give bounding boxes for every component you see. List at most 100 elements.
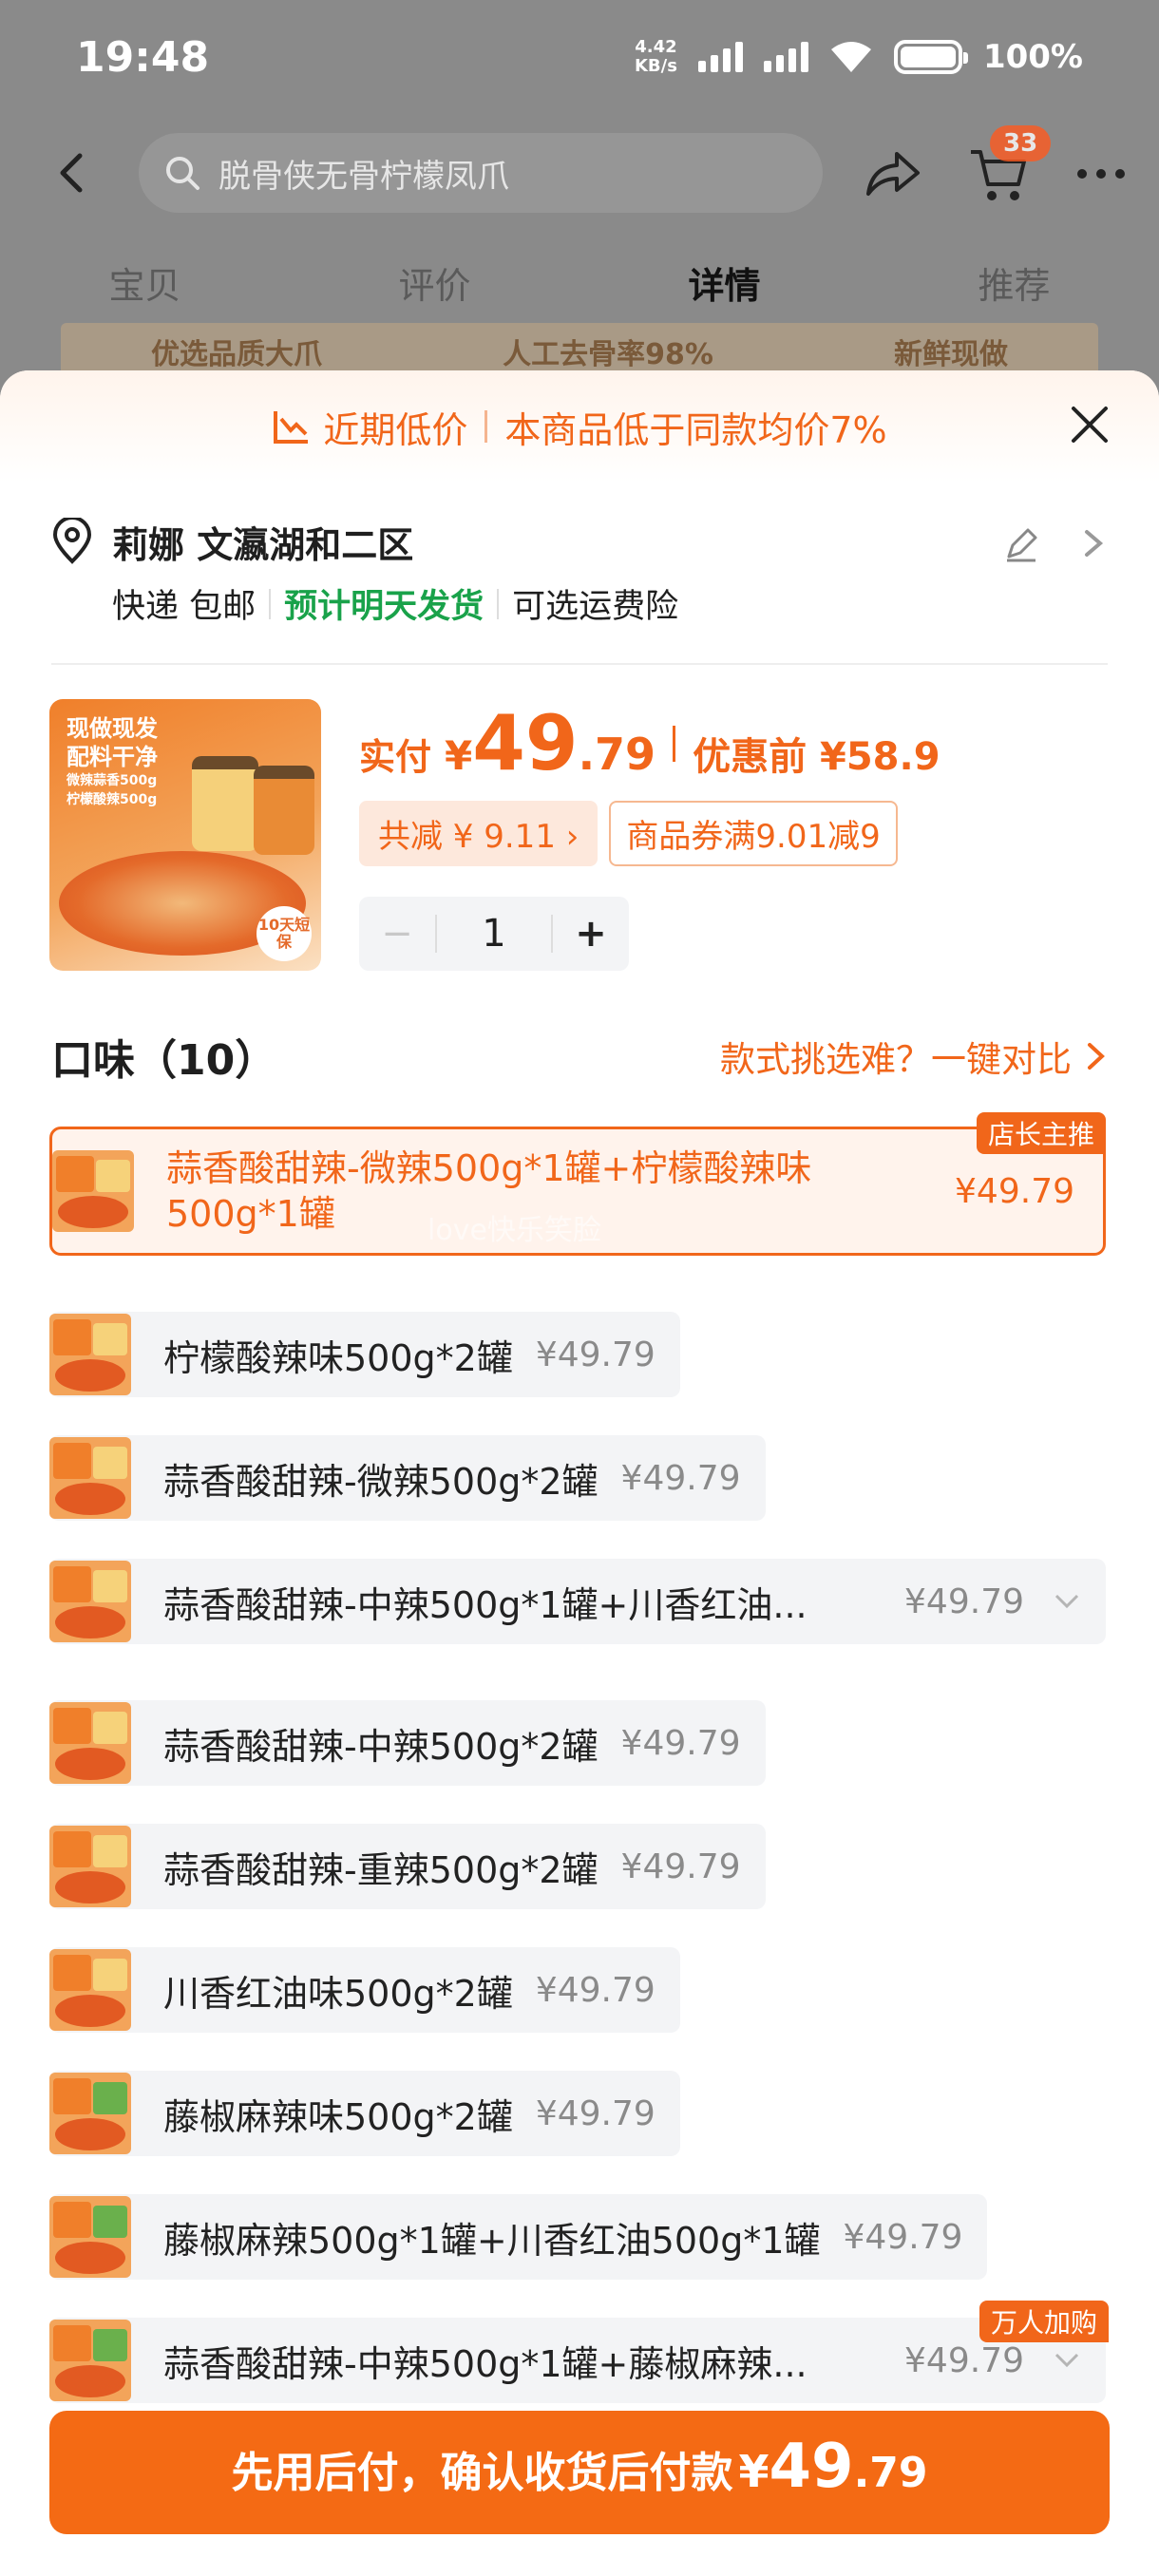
option-thumbnail (49, 1702, 131, 1784)
divider (673, 725, 676, 762)
option-label: 蒜香酸甜辣-中辣500g*1罐+藤椒麻辣... (163, 2342, 808, 2385)
signal-icon (697, 42, 743, 72)
chevron-down-icon[interactable] (1053, 1592, 1081, 1611)
price-decimal: .79 (578, 729, 656, 780)
option-thumbnail (49, 1561, 131, 1642)
quantity-value[interactable]: 1 (435, 915, 553, 953)
address-section[interactable]: 莉娜 文瀛湖和二区 快递 包邮 预计明天发货 可选运费险 (51, 513, 1108, 628)
currency-symbol: ¥ (445, 732, 473, 779)
cta-currency: ¥ (738, 2446, 770, 2497)
option-thumbnail (49, 2196, 131, 2278)
address-name: 莉娜 文瀛湖和二区 (112, 523, 414, 566)
option-thumbnail (49, 2073, 131, 2154)
cta-price-integer: 49 (769, 2432, 854, 2502)
option-price: ¥49.79 (535, 1970, 656, 2010)
flavor-options: 蒜香酸甜辣-微辣500g*1罐+柠檬酸辣味500g*1罐 ¥49.79 店长主推… (49, 1112, 1110, 2441)
option-price: ¥49.79 (620, 1847, 741, 1886)
recommend-badge: 店长主推 (976, 1112, 1106, 1154)
option-thumbnail (52, 1150, 134, 1232)
tab-item[interactable]: 宝贝 (0, 256, 290, 323)
increase-button[interactable]: + (553, 912, 629, 956)
status-bar: 19:48 4.42 KB/s 100% (0, 0, 1159, 114)
decrease-button[interactable]: − (359, 912, 435, 956)
tab-details[interactable]: 详情 (580, 256, 869, 323)
page-tabs: 宝贝 评价 详情 推荐 (0, 256, 1159, 323)
shipping-method: 快递 包邮 (112, 588, 256, 626)
option-thumbnail (49, 1949, 131, 2031)
cta-price-decimal: .79 (853, 2449, 928, 2497)
compare-link[interactable]: 款式挑选难？一键对比 (720, 1031, 1108, 1082)
flavor-option[interactable]: 蒜香酸甜辣-重辣500g*2罐 ¥49.79 (49, 1824, 766, 1909)
search-text: 脱骨侠无骨柠檬凤爪 (218, 157, 509, 196)
flavor-option[interactable]: 蒜香酸甜辣-中辣500g*2罐 ¥49.79 (49, 1700, 766, 1786)
buy-button[interactable]: 先用后付，确认收货后付款 ¥ 49 .79 (49, 2411, 1110, 2534)
option-price: ¥49.79 (843, 2217, 963, 2257)
signal-icon-2 (763, 42, 808, 72)
option-price: ¥49.79 (535, 1335, 656, 1374)
flavor-option[interactable]: 蒜香酸甜辣-微辣500g*2罐 ¥49.79 (49, 1435, 766, 1521)
location-pin-icon (52, 518, 92, 564)
top-nav: 脱骨侠无骨柠檬凤爪 33 (0, 125, 1159, 213)
more-icon[interactable] (1077, 169, 1125, 179)
flavor-option[interactable]: 柠檬酸辣味500g*2罐 ¥49.79 (49, 1312, 680, 1397)
product-thumbnail[interactable]: 现做现发 配料干净 微辣蒜香500g 柠檬酸辣500g 10天短保 (49, 699, 321, 971)
option-label: 蒜香酸甜辣-中辣500g*1罐+川香红油... (163, 1583, 808, 1626)
flavor-option[interactable]: 藤椒麻辣味500g*2罐 ¥49.79 (49, 2071, 680, 2156)
share-icon[interactable] (863, 144, 923, 201)
option-price: ¥49.79 (955, 1171, 1074, 1211)
flavor-header: 口味（10） 款式挑选难？一键对比 (51, 1026, 1108, 1087)
quantity-stepper: − 1 + (359, 897, 629, 971)
flavor-option[interactable]: 蒜香酸甜辣-中辣500g*1罐+川香红油... ¥49.79 (49, 1559, 1106, 1644)
low-price-banner: 近期低价 本商品低于同款均价7% (0, 370, 1159, 483)
original-price: 优惠前 ¥58.9 (693, 735, 940, 779)
battery-icon (893, 40, 968, 74)
flavor-option[interactable]: 藤椒麻辣500g*1罐+川香红油500g*1罐 ¥49.79 (49, 2194, 988, 2280)
close-icon[interactable] (1068, 403, 1112, 446)
shelf-life-badge: 10天短保 (256, 906, 312, 961)
watermark: love快乐笑脸 (428, 1214, 601, 1247)
divider (497, 588, 500, 619)
option-price: ¥49.79 (620, 1723, 741, 1763)
tab-recommend[interactable]: 推荐 (869, 256, 1159, 323)
chevron-down-icon[interactable] (1053, 2351, 1081, 2370)
sku-sheet: 近期低价 本商品低于同款均价7% 莉娜 文瀛湖和二区 快递 包邮 预计明天发货 … (0, 370, 1159, 2576)
price-integer: 49 (472, 699, 579, 787)
option-label: 蒜香酸甜辣-中辣500g*2罐 (163, 1725, 598, 1768)
trend-down-icon (274, 411, 309, 444)
low-price-desc: 本商品低于同款均价7% (504, 408, 887, 451)
flavor-title: 口味（10） (51, 1036, 277, 1085)
edit-icon[interactable] (1001, 524, 1041, 564)
price-area: 实付 ¥ 49 .79 优惠前 ¥58.9 共减 ¥ 9.11 › 商品券满9.… (359, 699, 940, 971)
search-icon (166, 157, 200, 190)
option-label: 蒜香酸甜辣-微辣500g*2罐 (163, 1460, 598, 1503)
option-label: 川香红油味500g*2罐 (163, 1972, 513, 2015)
coupon-chip: 商品券满9.01减9 (609, 801, 898, 866)
section-divider (51, 663, 1108, 665)
option-label: 藤椒麻辣味500g*2罐 (163, 2095, 513, 2138)
price-line: 实付 ¥ 49 .79 优惠前 ¥58.9 (359, 699, 940, 787)
chevron-right-icon (1088, 1043, 1105, 1070)
option-label: 蒜香酸甜辣-重辣500g*2罐 (163, 1848, 598, 1891)
popular-badge: 万人加购 (978, 2301, 1109, 2342)
option-label: 柠檬酸辣味500g*2罐 (163, 1336, 513, 1379)
net-speed: 4.42 KB/s (634, 37, 677, 76)
divider (269, 588, 272, 619)
product-summary: 现做现发 配料干净 微辣蒜香500g 柠檬酸辣500g 10天短保 实付 ¥ 4… (49, 699, 1113, 975)
option-price: ¥49.79 (904, 1582, 1024, 1621)
tab-reviews[interactable]: 评价 (290, 256, 580, 323)
pay-label: 实付 (359, 736, 432, 778)
discount-chip[interactable]: 共减 ¥ 9.11 › (359, 801, 598, 866)
option-price: ¥49.79 (535, 2093, 656, 2133)
status-time: 19:48 (76, 32, 210, 82)
shipping-insurance: 可选运费险 (512, 588, 679, 626)
flavor-option[interactable]: 蒜香酸甜辣-中辣500g*1罐+藤椒麻辣... ¥49.79 万人加购 (49, 2301, 1109, 2403)
chevron-right-icon[interactable] (1079, 524, 1108, 562)
search-input[interactable]: 脱骨侠无骨柠檬凤爪 (139, 133, 823, 213)
battery-percent: 100% (982, 38, 1083, 76)
background-page: 19:48 4.42 KB/s 100% 脱骨侠无骨柠檬凤爪 33 宝贝 评价 … (0, 0, 1159, 399)
flavor-option[interactable]: 川香红油味500g*2罐 ¥49.79 (49, 1947, 680, 2033)
option-thumbnail (49, 1437, 131, 1519)
dispatch-estimate: 预计明天发货 (284, 588, 484, 626)
back-arrow-icon[interactable] (46, 146, 99, 199)
wifi-icon (830, 42, 871, 72)
